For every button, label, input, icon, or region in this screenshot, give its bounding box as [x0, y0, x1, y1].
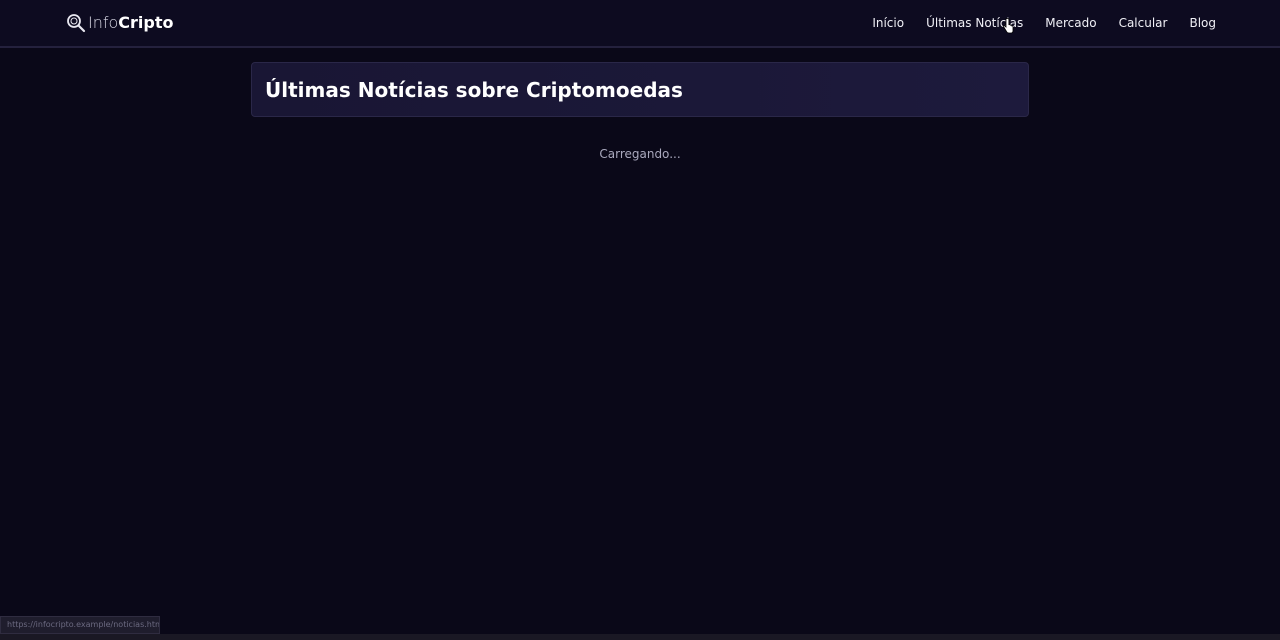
loading-indicator: Carregando... — [599, 147, 681, 161]
pointer-cursor-icon — [1002, 18, 1014, 34]
brand-name-bold: Cripto — [118, 13, 174, 32]
page: InfoCripto Início Últimas Notícias Merca… — [0, 0, 1280, 640]
nav-item-calcular[interactable]: Calcular — [1119, 14, 1168, 32]
bottom-bar — [0, 634, 1280, 640]
status-bar-url: https://infocripto.example/noticias.html — [0, 616, 160, 634]
navbar: InfoCripto Início Últimas Notícias Merca… — [0, 0, 1280, 48]
page-title-card: Últimas Notícias sobre Criptomoedas — [251, 62, 1029, 117]
brand-name: InfoCripto — [88, 11, 174, 35]
brand-name-light: Info — [88, 13, 119, 32]
brand-logo[interactable]: InfoCripto — [66, 11, 174, 35]
main-nav: Início Últimas Notícias Mercado Calcular… — [850, 14, 1216, 32]
nav-item-blog[interactable]: Blog — [1189, 14, 1216, 32]
nav-item-mercado[interactable]: Mercado — [1045, 14, 1096, 32]
nav-item-inicio[interactable]: Início — [872, 14, 904, 32]
magnifier-icon — [67, 14, 86, 33]
page-title: Últimas Notícias sobre Criptomoedas — [265, 78, 683, 102]
